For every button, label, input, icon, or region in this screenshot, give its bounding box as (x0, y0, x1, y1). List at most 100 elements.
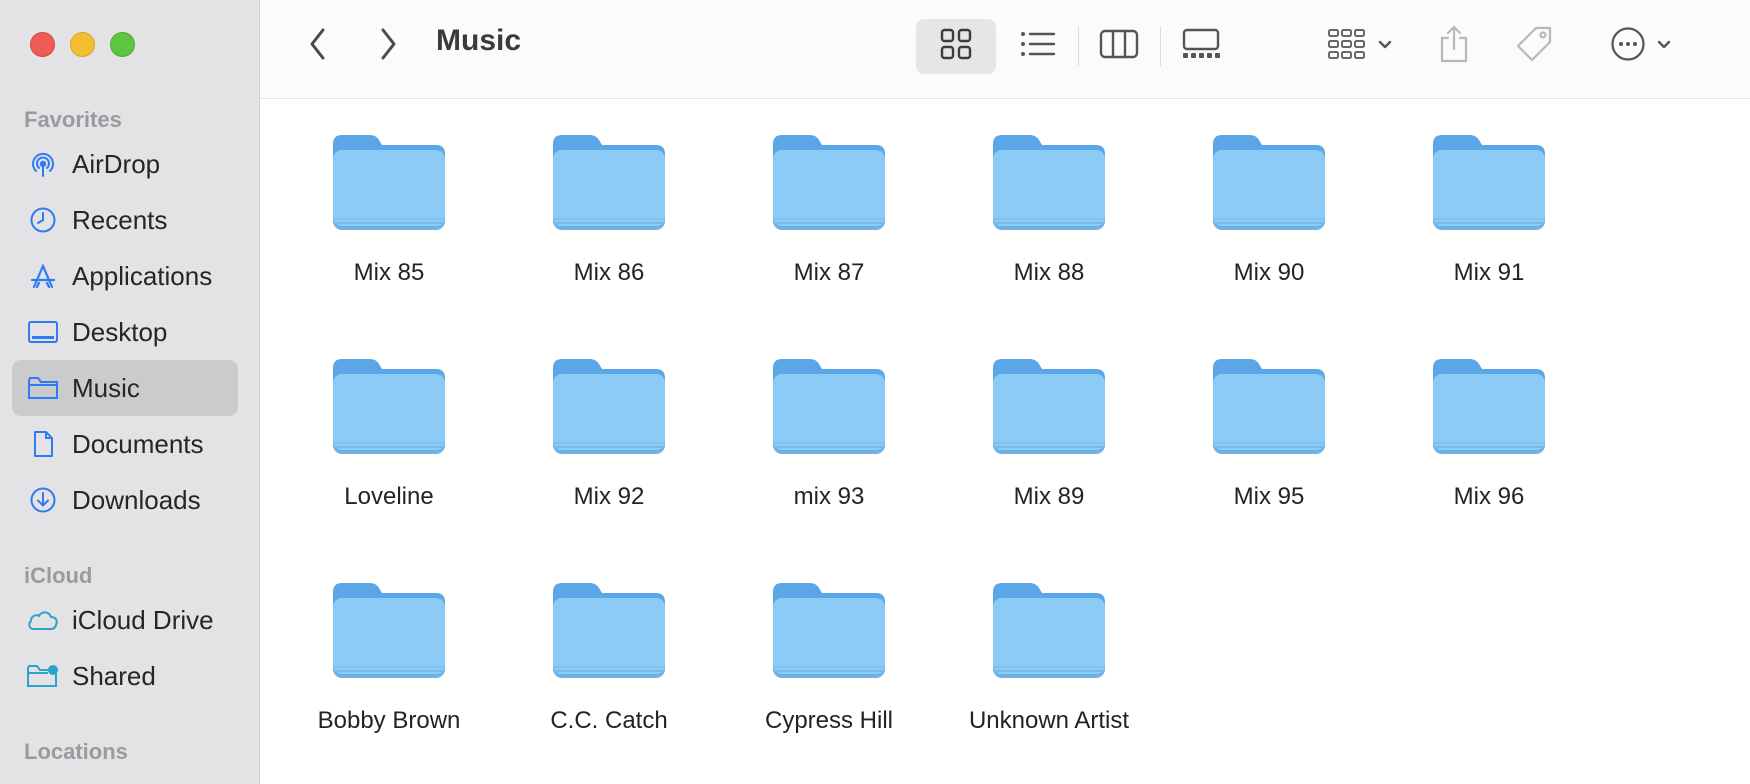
folder-name: Mix 88 (1013, 259, 1085, 286)
folder-icon (768, 354, 890, 463)
folder-item[interactable]: mix 93 (729, 354, 929, 554)
folder-item[interactable]: Mix 91 (1389, 130, 1589, 330)
folder-item[interactable]: C.C. Catch (509, 578, 709, 778)
sidebar-item-desktop[interactable]: Desktop (12, 304, 238, 360)
folder-item[interactable]: Bobby Brown (289, 578, 489, 778)
sidebar-item-documents[interactable]: Documents (12, 416, 238, 472)
folder-icon (1208, 130, 1330, 239)
sidebar-item-downloads[interactable]: Downloads (12, 472, 238, 528)
grid-icon (939, 27, 973, 66)
folder-item[interactable]: Loveline (289, 354, 489, 554)
sidebar-section-favorites: Favorites (24, 107, 122, 132)
sidebar-item-label: Downloads (72, 484, 201, 515)
sidebar-section-icloud: iCloud (24, 563, 93, 588)
folder-grid: Mix 85 Mix 86 Mix 87 Mix 88 Mix 90 Mix 9… (260, 99, 1750, 784)
sidebar-item-label: Documents (72, 428, 204, 459)
applications-icon (26, 259, 60, 293)
folder-item[interactable]: Mix 95 (1169, 354, 1369, 554)
chevron-right-icon (377, 27, 399, 66)
folder-name: Mix 89 (1013, 483, 1085, 510)
folder-name: Mix 96 (1453, 483, 1525, 510)
folder-name: Mix 95 (1233, 483, 1305, 510)
gallery-view-button[interactable] (1161, 19, 1241, 74)
folder-name: Mix 86 (573, 259, 645, 286)
sidebar-item-shared[interactable]: Shared (12, 648, 238, 704)
window-title: Music (436, 24, 522, 57)
desktop-icon (26, 315, 60, 349)
folder-item[interactable]: Mix 89 (949, 354, 1149, 554)
sidebar-section-locations: Locations (24, 739, 128, 764)
folder-icon (768, 578, 890, 687)
window-controls (30, 32, 135, 57)
cloud-icon (26, 603, 60, 637)
sidebar-item-label: Applications (72, 260, 213, 291)
clock-icon (26, 203, 60, 237)
more-actions-button[interactable] (1596, 19, 1686, 74)
folder-icon (768, 130, 890, 239)
shared-folder-icon (26, 659, 60, 693)
folder-icon (1208, 354, 1330, 463)
folder-icon (988, 130, 1110, 239)
close-window-button[interactable] (30, 32, 55, 57)
back-button[interactable] (298, 26, 338, 66)
download-icon (26, 483, 60, 517)
share-button[interactable] (1424, 19, 1484, 74)
column-view-button[interactable] (1079, 19, 1159, 74)
folder-item[interactable]: Mix 88 (949, 130, 1149, 330)
sidebar-item-airdrop[interactable]: AirDrop (12, 136, 238, 192)
folder-name: Mix 90 (1233, 259, 1305, 286)
group-by-button[interactable] (1320, 19, 1400, 74)
folder-name: Mix 91 (1453, 259, 1525, 286)
sidebar-item-icloud-drive[interactable]: iCloud Drive (12, 592, 238, 648)
folder-item[interactable]: Mix 85 (289, 130, 489, 330)
folder-name: Cypress Hill (764, 707, 893, 734)
tag-icon (1514, 24, 1554, 69)
chevron-left-icon (307, 27, 329, 66)
list-view-button[interactable] (998, 19, 1078, 74)
sidebar-item-label: AirDrop (72, 148, 161, 179)
sidebar-item-recents[interactable]: Recents (12, 192, 238, 248)
more-icon (1610, 26, 1646, 67)
folder-item[interactable]: Mix 87 (729, 130, 929, 330)
group-by-icon (1327, 27, 1367, 66)
sidebar-item-label: Desktop (72, 316, 168, 347)
folder-item[interactable]: Mix 96 (1389, 354, 1589, 554)
folder-icon (26, 371, 60, 405)
chevron-down-icon (1656, 38, 1672, 56)
folder-icon (988, 354, 1110, 463)
folder-item[interactable]: Mix 92 (509, 354, 709, 554)
icon-view-button[interactable] (916, 19, 996, 74)
toolbar: Music (260, 0, 1750, 99)
folder-icon (328, 130, 450, 239)
tag-button[interactable] (1504, 19, 1564, 74)
folder-item[interactable]: Unknown Artist (949, 578, 1149, 778)
airdrop-icon (26, 147, 60, 181)
folder-name: mix 93 (793, 483, 865, 510)
sidebar-item-label: Shared (72, 660, 156, 691)
minimize-window-button[interactable] (70, 32, 95, 57)
folder-name: Mix 92 (573, 483, 645, 510)
forward-button[interactable] (368, 26, 408, 66)
sidebar-item-label: iCloud Drive (72, 604, 214, 635)
sidebar: Favorites AirDrop Recents Applications D… (0, 0, 260, 784)
folder-item[interactable]: Cypress Hill (729, 578, 929, 778)
folder-name: Mix 85 (353, 259, 425, 286)
chevron-down-icon (1377, 38, 1393, 56)
folder-item[interactable]: Mix 86 (509, 130, 709, 330)
folder-icon (328, 578, 450, 687)
list-icon (1019, 29, 1057, 64)
folder-icon (548, 130, 670, 239)
zoom-window-button[interactable] (110, 32, 135, 57)
folder-icon (548, 354, 670, 463)
folder-icon (988, 578, 1110, 687)
share-icon (1437, 24, 1471, 69)
folder-name: Bobby Brown (317, 707, 461, 734)
sidebar-item-applications[interactable]: Applications (12, 248, 238, 304)
sidebar-item-music[interactable]: Music (12, 360, 238, 416)
document-icon (26, 427, 60, 461)
sidebar-item-label: Recents (72, 204, 168, 235)
folder-name: Loveline (344, 483, 434, 510)
folder-item[interactable]: Mix 90 (1169, 130, 1369, 330)
folder-name: C.C. Catch (550, 707, 668, 734)
folder-icon (548, 578, 670, 687)
